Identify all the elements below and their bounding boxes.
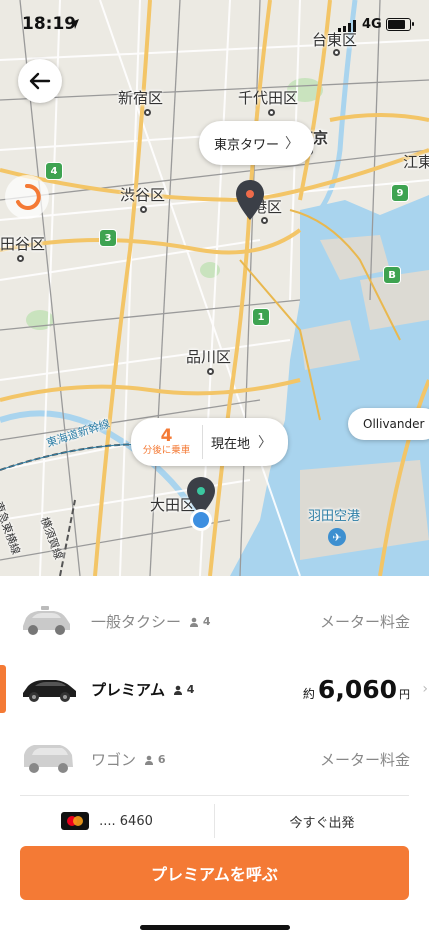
seats-badge: 6	[144, 753, 166, 766]
route-shield: 1	[252, 308, 270, 326]
chevron-right-icon: ›	[422, 681, 428, 697]
eta-text: 分後に乗車	[142, 445, 191, 456]
ride-options-sheet: 一般タクシー 4 メーター料金 プレミアム 4 約 6,060 円 › ワゴン …	[0, 576, 429, 939]
home-indicator	[140, 925, 290, 930]
route-shield: 9	[391, 184, 409, 202]
eta-number: 4	[160, 426, 173, 446]
person-icon	[145, 755, 154, 765]
price-value: 6,060	[317, 674, 397, 704]
map-label-haneda: 羽田空港	[308, 509, 361, 524]
route-shield: 3	[99, 229, 117, 247]
departure-time[interactable]: 今すぐ出発	[215, 801, 429, 841]
map-marker-dot	[333, 49, 340, 56]
divider	[20, 795, 409, 796]
option-name: ワゴン 6	[91, 750, 166, 769]
eta-block: 4 分後に乗車	[131, 425, 203, 459]
premium-car-icon	[23, 680, 76, 702]
back-arrow-icon	[29, 72, 51, 90]
map-label-setagaya: 田谷区	[0, 235, 46, 253]
chevron-right-icon: 〉	[258, 435, 273, 451]
destination-label: 東京タワー	[214, 137, 280, 153]
chevron-right-icon: 〉	[285, 136, 300, 152]
option-price: メーター料金	[319, 750, 410, 769]
network-type: 4G	[362, 17, 382, 32]
option-row-premium[interactable]: プレミアム 4 約 6,060 円 ›	[0, 655, 429, 723]
person-icon	[190, 617, 199, 627]
request-ride-button[interactable]: プレミアムを呼ぶ	[20, 846, 409, 900]
option-price: メーター料金	[319, 612, 410, 631]
wagon-car-icon	[24, 745, 73, 773]
price-suffix: 円	[399, 687, 410, 701]
status-bar: 18:19 4G	[0, 0, 429, 46]
seats-badge: 4	[189, 615, 211, 628]
map-label-koto: 江東	[403, 153, 429, 171]
destination-bubble[interactable]: 東京タワー 〉	[199, 121, 315, 165]
map-marker-dot	[144, 109, 151, 116]
person-icon	[173, 685, 182, 695]
map-marker-dot	[268, 109, 275, 116]
card-number: .... 6460	[99, 813, 153, 829]
destination-pin-icon	[236, 180, 264, 220]
option-row-wagon[interactable]: ワゴン 6 メーター料金	[0, 725, 429, 793]
pickup-bubble[interactable]: 4 分後に乗車 現在地 〉	[131, 418, 289, 466]
pickup-location-label: 現在地	[211, 436, 251, 452]
route-shield: B	[383, 266, 401, 284]
location-arrow-icon	[69, 19, 79, 29]
option-price: 約 6,060 円	[303, 675, 410, 704]
seats-badge: 4	[173, 683, 194, 696]
map-label-shinjuku: 新宿区	[118, 89, 164, 107]
option-name: プレミアム 4	[91, 680, 195, 699]
map-label-shinagawa: 品川区	[186, 348, 232, 366]
pickup-pin-icon	[187, 477, 215, 531]
map-view[interactable]: 新宿区 千代田区 台東区 東京 江東 渋谷区 港区 田谷区 品川区 大田区 羽田…	[0, 0, 429, 576]
option-row-taxi[interactable]: 一般タクシー 4 メーター料金	[0, 587, 429, 655]
option-name: 一般タクシー 4	[91, 612, 211, 631]
place-label: Ollivander	[363, 417, 425, 431]
price-prefix: 約	[302, 686, 315, 701]
signal-icon	[338, 20, 356, 32]
map-marker-dot	[207, 368, 214, 375]
map-marker-dot	[17, 255, 24, 262]
map-label-shibuya: 渋谷区	[120, 186, 166, 204]
taxi-car-icon	[23, 606, 70, 635]
airport-icon: ✈	[328, 528, 346, 546]
map-label-chiyoda: 千代田区	[238, 89, 299, 107]
didi-logo-icon[interactable]	[5, 175, 49, 219]
battery-icon	[386, 18, 414, 31]
place-bubble[interactable]: Ollivander	[348, 408, 429, 440]
payment-method[interactable]: .... 6460	[0, 801, 214, 841]
map-marker-dot	[140, 206, 147, 213]
mastercard-icon	[61, 812, 90, 830]
back-button[interactable]	[18, 59, 62, 103]
route-shield: 4	[45, 162, 63, 180]
